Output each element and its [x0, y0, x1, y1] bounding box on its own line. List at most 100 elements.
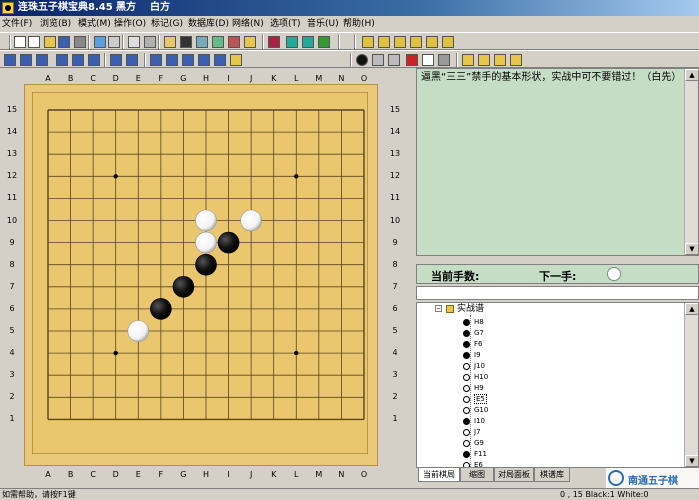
copy-icon[interactable]: [196, 36, 208, 48]
move-input-field[interactable]: [416, 286, 699, 300]
toolbar-separator: [122, 35, 124, 49]
prev-branch-icon[interactable]: [20, 54, 32, 66]
mirror-icon[interactable]: [214, 54, 226, 66]
game-tree[interactable]: −实战谱 H8G7F6I9J10H10H9E5G10I10J7G9F11E6I8…: [416, 302, 699, 468]
tree-node[interactable]: H8: [463, 317, 484, 328]
cross-icon[interactable]: [438, 54, 450, 66]
book-icon[interactable]: [268, 36, 280, 48]
scroll-up-icon[interactable]: ▲: [685, 303, 698, 315]
db4-icon[interactable]: [410, 36, 422, 48]
stone-white-j10[interactable]: [240, 209, 262, 232]
board-icon[interactable]: [164, 36, 176, 48]
menu-item-5[interactable]: 数据库(D): [188, 17, 229, 31]
menu-item-6[interactable]: 网络(N): [232, 17, 264, 31]
edit-icon[interactable]: [144, 36, 156, 48]
new-icon[interactable]: [14, 36, 26, 48]
tree-node[interactable]: I10: [463, 416, 485, 427]
arrow-down-icon[interactable]: [302, 36, 314, 48]
db6-icon[interactable]: [442, 36, 454, 48]
menu-item-3[interactable]: 操作(O): [114, 17, 146, 31]
grid-c-icon[interactable]: [494, 54, 506, 66]
move-up-icon[interactable]: [372, 54, 384, 66]
gomoku-board[interactable]: [32, 92, 368, 454]
panel-splitter[interactable]: [416, 256, 699, 264]
export-icon[interactable]: [212, 36, 224, 48]
stone-white-h10[interactable]: [195, 209, 217, 232]
db3-icon[interactable]: [394, 36, 406, 48]
tree-node[interactable]: H9: [463, 383, 484, 394]
chart-icon[interactable]: [94, 36, 106, 48]
home-icon[interactable]: [228, 36, 240, 48]
comment-scrollbar[interactable]: ▲ ▼: [684, 69, 699, 255]
tree-node[interactable]: H10: [463, 372, 488, 383]
grid-d-icon[interactable]: [510, 54, 522, 66]
flip-h-icon[interactable]: [150, 54, 162, 66]
tab-2[interactable]: 对局面板: [494, 468, 534, 482]
db2-icon[interactable]: [378, 36, 390, 48]
forward-icon[interactable]: [56, 54, 68, 66]
grid-icon[interactable]: [180, 36, 192, 48]
stone-white-e5[interactable]: [127, 320, 150, 342]
tab-0[interactable]: 当前棋局: [418, 468, 460, 482]
collapse-icon[interactable]: −: [435, 305, 442, 312]
tree-scrollbar[interactable]: ▲ ▼: [684, 303, 698, 467]
menu-item-8[interactable]: 音乐(U): [307, 17, 339, 31]
arrow-up-icon[interactable]: [286, 36, 298, 48]
stone-black-icon[interactable]: [356, 54, 368, 66]
db5-icon[interactable]: [426, 36, 438, 48]
tree-node[interactable]: E5: [463, 394, 487, 405]
next-branch-icon[interactable]: [72, 54, 84, 66]
tree-node[interactable]: J7: [463, 427, 481, 438]
tree-node[interactable]: G7: [463, 328, 484, 339]
scroll-down-icon[interactable]: ▼: [685, 243, 699, 255]
open-icon[interactable]: [28, 36, 40, 48]
menu-item-1[interactable]: 浏览(B): [40, 17, 71, 31]
back-icon[interactable]: [36, 54, 48, 66]
last-icon[interactable]: [88, 54, 100, 66]
rotate-left-icon[interactable]: [182, 54, 194, 66]
menu-item-0[interactable]: 文件(F): [2, 17, 32, 31]
scroll-down-icon[interactable]: ▼: [685, 455, 698, 467]
row-label: 2: [9, 392, 15, 402]
tree-node[interactable]: J10: [463, 361, 485, 372]
tree-node[interactable]: F6: [463, 339, 482, 350]
marker-red-icon[interactable]: [406, 54, 418, 66]
prev-step-icon[interactable]: [110, 54, 122, 66]
db1-icon[interactable]: [362, 36, 374, 48]
grid-a-icon[interactable]: [462, 54, 474, 66]
stone-white-h9[interactable]: [195, 231, 217, 254]
sun-icon[interactable]: [230, 54, 242, 66]
tree-node[interactable]: F11: [463, 449, 487, 460]
next-step-icon[interactable]: [126, 54, 138, 66]
move-down-icon[interactable]: [388, 54, 400, 66]
square-icon[interactable]: [422, 54, 434, 66]
tree-icon[interactable]: [318, 36, 330, 48]
tree-root[interactable]: − 实战谱: [435, 304, 484, 315]
save-icon[interactable]: [58, 36, 70, 48]
scroll-up-icon[interactable]: ▲: [685, 69, 699, 81]
rotate-right-icon[interactable]: [198, 54, 210, 66]
tree-node[interactable]: I9: [463, 350, 481, 361]
question-icon[interactable]: [244, 36, 256, 48]
menu-item-2[interactable]: 模式(M): [78, 17, 111, 31]
tree-node[interactable]: E6: [463, 460, 483, 467]
tab-1[interactable]: 缩图: [460, 468, 494, 482]
stone-black-h8[interactable]: [195, 253, 217, 276]
save-as-icon[interactable]: [108, 36, 120, 48]
stone-black-f6[interactable]: [150, 298, 172, 320]
stone-black-g7[interactable]: [172, 276, 195, 298]
flip-v-icon[interactable]: [166, 54, 178, 66]
tree-node[interactable]: G10: [463, 405, 488, 416]
comment-box[interactable]: 逼黑“三三”禁手的基本形状，实战中可不要错过！（白先） ▲ ▼: [416, 68, 699, 256]
first-icon[interactable]: [4, 54, 16, 66]
menu-item-4[interactable]: 标记(G): [151, 17, 183, 31]
menu-item-7[interactable]: 选项(T): [270, 17, 301, 31]
tab-3[interactable]: 棋谱库: [534, 468, 570, 482]
menu-item-9[interactable]: 帮助(H): [343, 17, 375, 31]
grid-b-icon[interactable]: [478, 54, 490, 66]
stone-black-i9[interactable]: [217, 231, 240, 254]
folder-icon[interactable]: [44, 36, 56, 48]
print-icon[interactable]: [74, 36, 86, 48]
tree-node[interactable]: G9: [463, 438, 484, 449]
paste-icon[interactable]: [128, 36, 140, 48]
